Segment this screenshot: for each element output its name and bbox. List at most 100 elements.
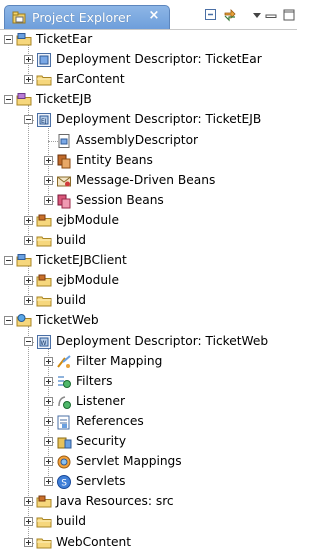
- message-driven-beans-icon: [57, 176, 71, 187]
- tree-item-label: ejbModule: [56, 212, 119, 227]
- tree-item[interactable]: W Deployment Descriptor: TicketWeb: [0, 332, 297, 352]
- link-with-editor-icon[interactable]: [223, 8, 237, 22]
- deployment-descriptor-icon: [37, 53, 51, 68]
- tree-item-label: Deployment Descriptor: TicketEJB: [56, 112, 262, 127]
- expand-toggle-icon[interactable]: [24, 55, 33, 65]
- tree-item[interactable]: Filters: [0, 372, 297, 392]
- minimize-icon[interactable]: [264, 8, 278, 22]
- tree-item[interactable]: Session Beans: [0, 191, 297, 211]
- tree-item[interactable]: EJ Deployment Descriptor: TicketEJB: [0, 110, 297, 130]
- tree-item-label: Message-Driven Beans: [76, 172, 216, 187]
- filters-icon: [58, 375, 71, 388]
- collapse-toggle-icon[interactable]: [24, 115, 33, 125]
- expand-toggle-icon[interactable]: [24, 215, 33, 225]
- tree-item[interactable]: Security: [0, 432, 297, 452]
- tree-item-label: Deployment Descriptor: TicketEar: [56, 52, 262, 67]
- servlet-mappings-icon: [57, 455, 71, 469]
- expand-toggle-icon[interactable]: [44, 457, 53, 467]
- expand-toggle-icon[interactable]: [44, 477, 53, 487]
- tree-item-label: Session Beans: [76, 192, 164, 207]
- expand-toggle-icon[interactable]: [24, 276, 33, 286]
- tree-item-label: Servlet Mappings: [76, 454, 182, 469]
- web-deployment-descriptor-icon: W: [37, 334, 51, 349]
- entity-beans-icon: [57, 154, 71, 169]
- expand-toggle-icon[interactable]: [44, 175, 53, 185]
- tree-item[interactable]: TicketEJB: [0, 90, 297, 110]
- tree-item[interactable]: Java Resources: src: [0, 492, 297, 512]
- tree-item[interactable]: AssemblyDescriptor: [0, 131, 297, 151]
- view-menu-icon[interactable]: [250, 8, 264, 22]
- expand-toggle-icon[interactable]: [24, 75, 33, 85]
- tree-item[interactable]: EarContent: [0, 70, 297, 90]
- collapse-toggle-icon[interactable]: [4, 35, 13, 44]
- maximize-icon[interactable]: [282, 8, 296, 22]
- tree-item[interactable]: TicketEJBClient: [0, 251, 297, 271]
- java-resources-icon: [36, 495, 52, 508]
- close-icon[interactable]: ×: [147, 9, 161, 23]
- tree-item-label: TicketEar: [36, 32, 93, 46]
- tree-item-label: build: [56, 293, 86, 308]
- project-tree: TicketEar Deployment Descriptor: TicketEa…: [0, 30, 297, 552]
- folder-icon: [36, 517, 52, 528]
- tree-item[interactable]: TicketEar: [0, 30, 297, 50]
- expand-toggle-icon[interactable]: [44, 195, 53, 205]
- tree-item-label: Servlets: [76, 474, 126, 489]
- tree-item[interactable]: Listener: [0, 392, 297, 412]
- tree-item[interactable]: ejbModule: [0, 211, 297, 231]
- references-icon: [57, 415, 70, 430]
- tree-item[interactable]: build: [0, 512, 297, 532]
- filter-mapping-icon: [57, 354, 71, 368]
- tree-item[interactable]: Deployment Descriptor: TicketEar: [0, 50, 297, 70]
- expand-toggle-icon[interactable]: [44, 396, 53, 406]
- expand-toggle-icon[interactable]: [44, 437, 53, 446]
- tree-item-label: build: [56, 514, 86, 529]
- tree-item-label: AssemblyDescriptor: [76, 132, 199, 147]
- expand-toggle-icon[interactable]: [44, 376, 53, 386]
- expand-toggle-icon[interactable]: [24, 236, 33, 245]
- collapse-toggle-icon[interactable]: [24, 336, 33, 346]
- tree-item[interactable]: WebContent: [0, 533, 297, 553]
- listener-icon: [58, 396, 71, 409]
- expand-toggle-icon[interactable]: [24, 296, 33, 306]
- tree-item[interactable]: Message-Driven Beans: [0, 171, 297, 191]
- expand-toggle-icon[interactable]: [44, 356, 53, 366]
- collapse-toggle-icon[interactable]: [4, 316, 13, 326]
- tree-item[interactable]: Filter Mapping: [0, 352, 297, 372]
- tree-item-label: WebContent: [56, 534, 132, 549]
- collapse-toggle-icon[interactable]: [4, 256, 13, 266]
- tree-item-label: TicketWeb: [36, 313, 99, 328]
- tab-project-explorer[interactable]: Project Explorer ×: [4, 5, 170, 29]
- tree-item[interactable]: Servlet Mappings: [0, 452, 297, 472]
- expand-toggle-icon[interactable]: [24, 517, 33, 527]
- expand-toggle-icon[interactable]: [44, 155, 53, 165]
- folder-icon: [36, 75, 52, 86]
- tree-item[interactable]: build: [0, 231, 297, 251]
- tree-item-label: TicketEJBClient: [36, 253, 127, 268]
- source-folder-icon: [36, 214, 52, 227]
- folder-icon: [36, 236, 52, 247]
- expand-toggle-icon[interactable]: [24, 537, 33, 547]
- svg-text:W: W: [41, 340, 47, 347]
- folder-icon: [36, 538, 52, 548]
- collapse-toggle-icon[interactable]: [4, 95, 13, 105]
- tree-item[interactable]: S Servlets: [0, 472, 297, 492]
- tree-item[interactable]: References: [0, 412, 297, 432]
- tree-item[interactable]: Entity Beans: [0, 151, 297, 171]
- tree-item-label: build: [56, 233, 86, 247]
- expand-toggle-icon[interactable]: [24, 497, 33, 507]
- svg-text:S: S: [61, 479, 67, 489]
- tree-item[interactable]: build: [0, 291, 297, 311]
- svg-text:EJ: EJ: [41, 118, 47, 125]
- collapse-all-icon[interactable]: [204, 8, 218, 22]
- ejb-deployment-descriptor-icon: EJ: [37, 113, 51, 128]
- expand-toggle-icon[interactable]: [44, 416, 53, 426]
- tree-item[interactable]: TicketWeb: [0, 311, 297, 331]
- security-icon: [57, 437, 72, 449]
- tree-item[interactable]: ejbModule: [0, 271, 297, 291]
- web-project-icon: [16, 314, 32, 327]
- tree-item-label: ejbModule: [56, 273, 119, 288]
- tree-item-label: Filters: [76, 373, 113, 388]
- folder-icon: [36, 296, 52, 307]
- tree-item-label: Deployment Descriptor: TicketWeb: [56, 333, 269, 348]
- source-folder-icon: [36, 274, 52, 287]
